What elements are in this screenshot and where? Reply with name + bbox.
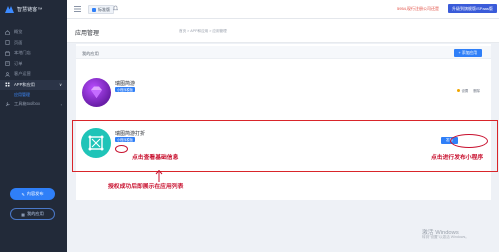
order-icon xyxy=(5,61,10,66)
my-apps-label: 我的应用 xyxy=(27,211,44,216)
chevron-down-icon: ∨ xyxy=(59,82,62,88)
sidebar-item-customers[interactable]: 客户运营 xyxy=(0,69,67,80)
windows-activation-hint: 转到"设置"以激活 Windows。 xyxy=(422,235,469,239)
chevron-right-icon: › xyxy=(60,101,62,107)
page-header: 应用管理 首页 > APP和应用 > 应用管理 xyxy=(67,19,499,43)
settings-label: 设置 xyxy=(461,89,469,93)
edition-label: 标准版 xyxy=(98,6,110,12)
sidebar-item-stores[interactable]: 本地门店 xyxy=(0,48,67,59)
sidebar-item-label: 概览 xyxy=(14,29,23,35)
sidebar-item-toolbox[interactable]: 工具箱toolbox › xyxy=(0,99,67,110)
logo-icon xyxy=(5,5,14,13)
add-app-button[interactable]: + 添加应用 xyxy=(453,49,482,57)
annotation-publish: 点击进行发布小程序 xyxy=(431,155,484,161)
my-apps-button[interactable]: ▦ 我的应用 xyxy=(10,208,55,220)
upgrade-button[interactable]: 升级到旗舰版/SPaas版 xyxy=(448,4,497,13)
grid-icon: ▦ xyxy=(21,211,25,217)
sidebar-item-overview[interactable]: 概览 xyxy=(0,27,67,38)
brand-name: 智慧链客™ xyxy=(17,6,43,13)
sidebar-item-label: 工具箱toolbox xyxy=(14,101,41,107)
page-icon xyxy=(5,40,10,46)
sidebar-item-pages[interactable]: 页面 xyxy=(0,38,67,49)
store-icon xyxy=(5,50,10,56)
sidebar-item-orders[interactable]: 订单 xyxy=(0,59,67,70)
app-row[interactable]: 瑞图简游 小程序模板 设置 删除 xyxy=(76,72,491,119)
panel-header: 我的应用 + 添加应用 xyxy=(76,46,491,59)
annotation-view-info: 点击查看基础信息 xyxy=(132,155,179,161)
sidebar-item-label: 页面 xyxy=(14,39,23,45)
sidebar-menu: 概览 页面 本地门店 订单 客户运营 APP和应用 ∨ 应用管理 工具箱tool… xyxy=(0,27,67,110)
panel-title: 我的应用 xyxy=(82,51,99,56)
delete-link[interactable]: 删除 xyxy=(473,88,480,93)
sidebar-item-label: 本地门店 xyxy=(14,50,31,56)
brand[interactable]: 智慧链客™ xyxy=(0,0,67,18)
page-title: 应用管理 xyxy=(75,31,100,37)
publish-content-label: 内容发布 xyxy=(26,191,44,196)
app-name[interactable]: 瑞图简游 xyxy=(115,80,135,87)
user-icon xyxy=(5,72,10,77)
sidebar-subitem-app-management[interactable]: 应用管理 xyxy=(0,90,67,99)
sidebar-item-label: 客户运营 xyxy=(14,71,31,77)
publish-content-button[interactable]: ✎ 内容发布 xyxy=(10,188,55,200)
app-actions: 设置 删除 xyxy=(457,88,480,93)
settings-icon xyxy=(457,89,461,92)
home-icon xyxy=(5,30,10,35)
tool-icon xyxy=(5,102,10,107)
registration-warning[interactable]: 5954,现行注册公司还是 xyxy=(397,6,439,12)
topbar: 标准版 5954,现行注册公司还是 升级到旗舰版/SPaas版 xyxy=(67,0,499,19)
bell-icon[interactable] xyxy=(113,5,118,11)
menu-toggle-icon[interactable] xyxy=(74,6,81,12)
highlight-box xyxy=(72,120,498,172)
edit-icon: ✎ xyxy=(21,191,25,197)
settings-link[interactable]: 设置 xyxy=(457,88,468,93)
app-icon xyxy=(5,82,10,87)
edition-badge[interactable]: 标准版 xyxy=(88,5,114,14)
highlight-oval-publish xyxy=(450,134,488,148)
sidebar: 智慧链客™ 概览 页面 本地门店 订单 客户运营 APP和应用 ∨ 应用管理 工… xyxy=(0,0,67,252)
breadcrumb: 首页 > APP和应用 > 应用管理 xyxy=(179,29,227,33)
sidebar-item-label: APP和应用 xyxy=(14,81,35,87)
sidebar-item-apps[interactable]: APP和应用 ∨ xyxy=(0,79,67,90)
highlight-oval-badge xyxy=(115,145,128,153)
edition-icon xyxy=(92,7,96,12)
app-logo-gem-icon xyxy=(82,78,111,107)
sidebar-item-label: 订单 xyxy=(14,60,23,66)
app-type-badge: 小程序模板 xyxy=(115,87,135,92)
annotation-auth: 授权成功后即展示在应用列表 xyxy=(108,184,184,190)
